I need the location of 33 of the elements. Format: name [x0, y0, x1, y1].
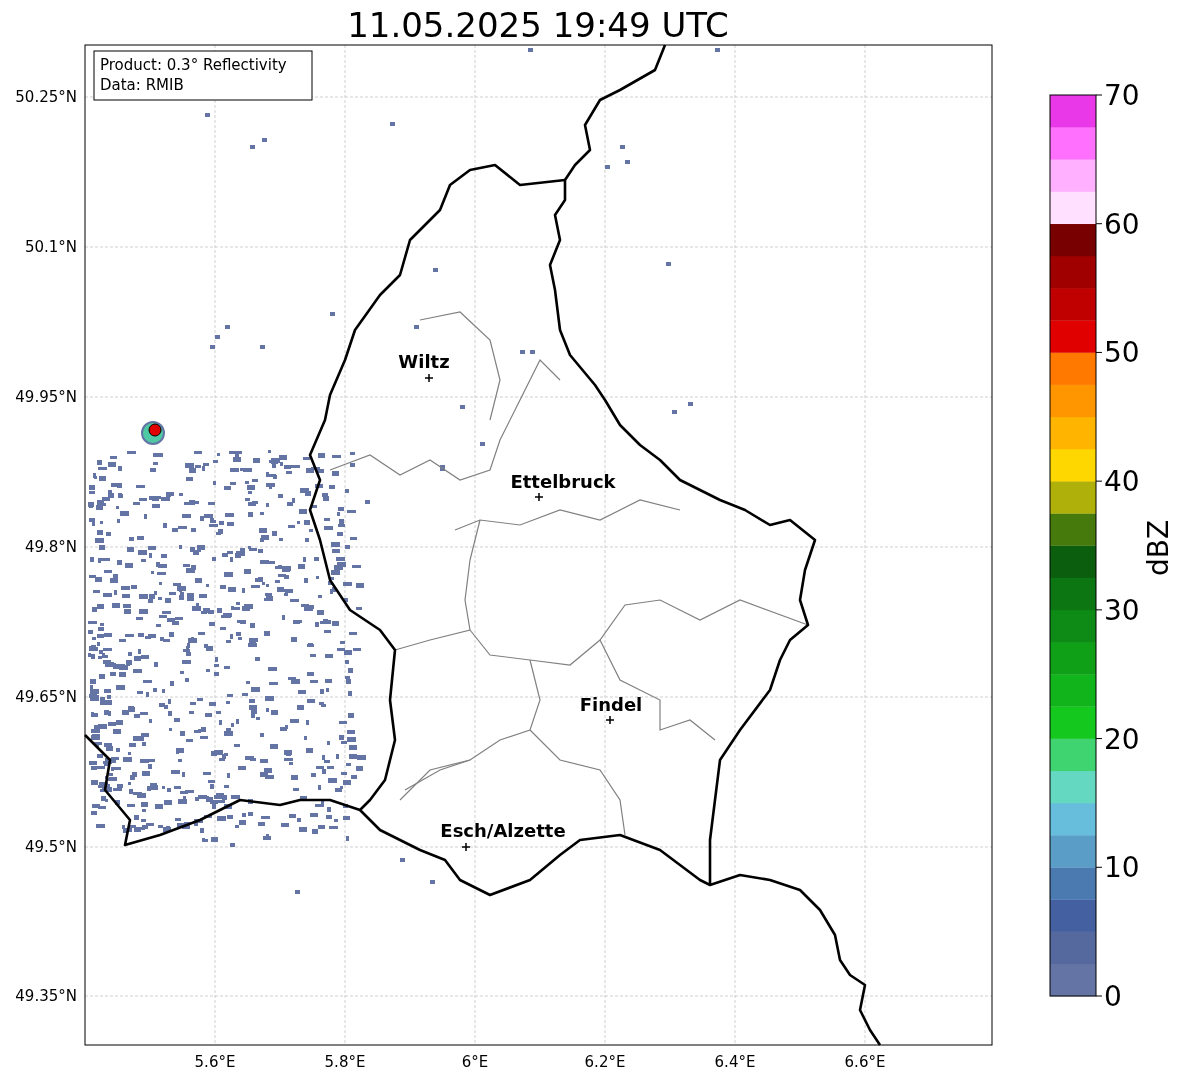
longitude-label: 5.8°E [324, 1053, 366, 1071]
city-marker-icon [534, 492, 544, 502]
latitude-label: 49.5°N [24, 838, 77, 856]
latitude-label: 50.1°N [24, 238, 77, 256]
city-label: Wiltz [398, 351, 450, 372]
colorbar-tick-label: 0 [1104, 980, 1122, 1013]
longitude-label: 6.4°E [714, 1053, 756, 1071]
colorbar-tick-label: 40 [1104, 465, 1140, 499]
chart-title: 11.05.2025 19:49 UTC [347, 5, 729, 45]
longitude-label: 6.2°E [584, 1053, 626, 1071]
info-text: Product: 0.3° Reflectivity [100, 56, 287, 74]
latitude-label: 49.95°N [15, 388, 77, 406]
longitude-label: 5.6°E [194, 1053, 236, 1071]
info-text: Data: RMIB [100, 76, 184, 94]
colorbar-label: dBZ [1142, 519, 1175, 577]
longitude-label: 6°E [461, 1053, 489, 1071]
latitude-label: 49.65°N [15, 688, 77, 706]
city-label: Findel [579, 694, 643, 715]
colorbar-tick-label: 20 [1104, 722, 1140, 756]
city-label: Esch/Alzette [440, 820, 566, 841]
city-marker-icon [461, 842, 471, 852]
colorbar-tick-label: 10 [1104, 851, 1140, 885]
colorbar-tick-label: 50 [1104, 336, 1140, 370]
latitude-label: 49.8°N [24, 538, 77, 556]
latitude-label: 50.25°N [15, 88, 77, 106]
colorbar-tick-label: 30 [1104, 593, 1140, 627]
longitude-label: 6.6°E [844, 1053, 886, 1071]
city-marker-icon [424, 373, 434, 383]
colorbar-tick-label: 60 [1104, 207, 1140, 241]
latitude-label: 49.35°N [15, 987, 77, 1005]
colorbar-tick-label: 70 [1104, 79, 1140, 112]
city-label: Ettelbruck [510, 471, 616, 492]
city-marker-icon [605, 715, 615, 725]
